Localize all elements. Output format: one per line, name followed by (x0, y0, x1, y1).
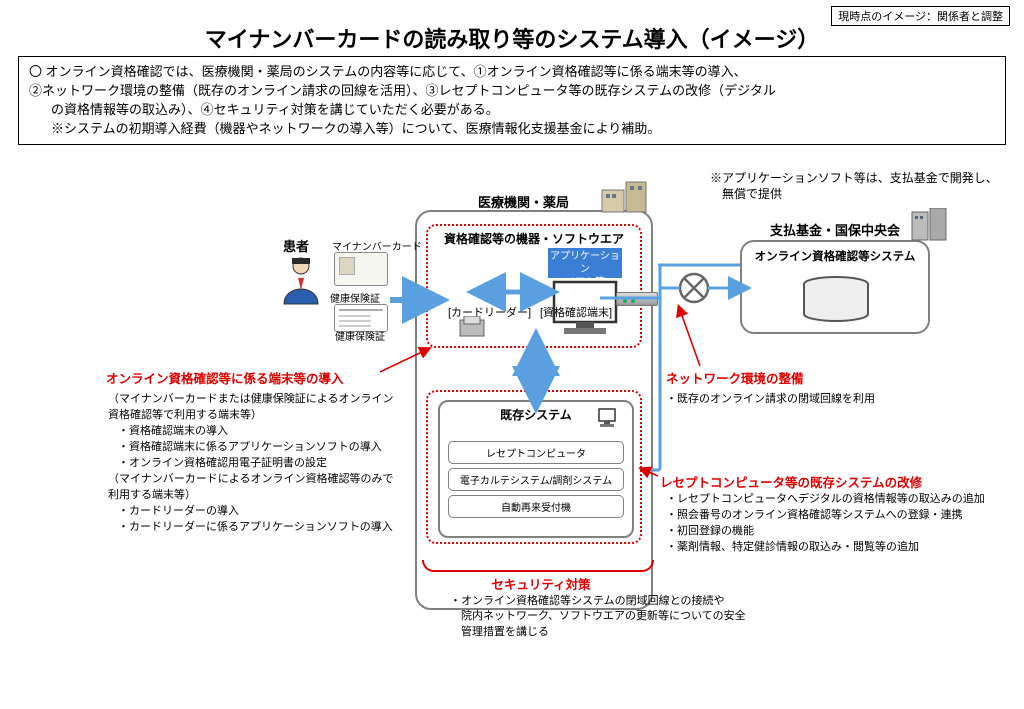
text-line: ・資格確認端末の導入 (108, 424, 404, 440)
software-note-line: ※アプリケーションソフト等は、支払基金で開発し、 (710, 170, 998, 186)
diagram-area: ※アプリケーションソフト等は、支払基金で開発し、 無償で提供 医療機関・薬局 資… (0, 170, 1024, 670)
intro-line: ※システムの初期導入経費（機器やネットワークの導入等）について、医療情報化支援基… (29, 120, 995, 139)
security-details: ・オンライン資格確認等システムの閉域回線との接続や 院内ネットワーク、ソフトウエ… (450, 594, 840, 640)
software-note: ※アプリケーションソフト等は、支払基金で開発し、 無償で提供 (710, 170, 998, 202)
database-icon (800, 276, 872, 322)
fund-header: 支払基金・国保中央会 (750, 220, 920, 239)
existing-details: ・レセプトコンピュータへデジタルの資格情報等の取込みの追加 ・照会番号のオンライ… (666, 492, 1006, 556)
intro-line: 〇 オンライン資格確認では、医療機関・薬局のシステムの内容等に応じて、①オンライ… (29, 63, 995, 82)
text-line: （マイナンバーカードによるオンライン資格確認等のみで利用する端末等） (108, 472, 404, 504)
equipment-box: 資格確認等の機器・ソフトウエア アプリケーション ソフト等 (426, 224, 642, 348)
fund-box: オンライン資格確認等システム (740, 240, 930, 334)
existing-inner: 既存システム レセプトコンピュータ 電子カルテシステム/調剤システム 自動再来受… (438, 400, 634, 538)
text-line: ・カードリーダーに係るアプリケーションソフトの導入 (108, 520, 404, 536)
callout-security: セキュリティ対策 (476, 574, 606, 593)
callout-network: ネットワーク環境の整備 (666, 368, 804, 387)
software-note-line: 無償で提供 (710, 186, 998, 202)
text-line: ・オンライン資格確認等システムの閉域回線との接続や (450, 594, 840, 609)
existing-system-box: 既存システム レセプトコンピュータ 電子カルテシステム/調剤システム 自動再来受… (426, 390, 642, 544)
text-line: 院内ネットワーク、ソフトウエアの更新等についての安全 (450, 609, 840, 624)
callout-existing: レセプトコンピュータ等の既存システムの改修 (660, 472, 922, 491)
intro-line: の資格情報等の取込み）、④セキュリティ対策を講じていただく必要がある。 (29, 101, 995, 120)
text-line: ・カードリーダーの導入 (108, 504, 404, 520)
terminal-label: [資格確認端末] (540, 304, 612, 320)
app-line: アプリケーション (548, 250, 622, 276)
router-icon (616, 292, 658, 306)
terminal-details: （マイナンバーカードまたは健康保険証によるオンライン資格確認等で利用する端末等）… (108, 392, 404, 535)
intro-box: 〇 オンライン資格確認では、医療機関・薬局のシステムの内容等に応じて、①オンライ… (18, 56, 1006, 145)
text-line: ・初回登録の機能 (666, 524, 1006, 540)
pc-icon (598, 408, 620, 430)
insurance-label: 健康保険証 (330, 290, 380, 305)
text-line: 管理措置を講じる (450, 625, 840, 640)
page-title: マイナンバーカードの読み取り等のシステム導入（イメージ） (0, 22, 1024, 54)
application-software-label: アプリケーション ソフト等 (548, 248, 622, 278)
patient-icon (280, 256, 322, 306)
hospital-building-icon (600, 180, 652, 214)
network-details: ・既存のオンライン請求の閉域回線を利用 (666, 390, 966, 406)
text-line: ・照会番号のオンライン資格確認等システムへの登録・連携 (666, 508, 1006, 524)
mynumber-card-icon (334, 252, 388, 286)
security-bracket (422, 560, 654, 572)
card-reader-label: [カードリーダー] (448, 304, 531, 320)
mynumber-card-label: マイナンバーカード (332, 238, 422, 253)
patient-label: 患者 (283, 236, 309, 255)
existing-item: レセプトコンピュータ (448, 441, 624, 464)
hospital-label: 医療機関・薬局 (478, 192, 569, 211)
text-line: ・レセプトコンピュータへデジタルの資格情報等の取込みの追加 (666, 492, 1006, 508)
fund-title: オンライン資格確認等システム (750, 248, 920, 264)
equipment-title: 資格確認等の機器・ソフトウエア (428, 230, 640, 247)
text-line: ・薬剤情報、特定健診情報の取込み・閲覧等の追加 (666, 540, 1006, 556)
existing-item: 自動再来受付機 (448, 495, 624, 518)
fund-building-icon (910, 208, 950, 242)
existing-item: 電子カルテシステム/調剤システム (448, 468, 624, 491)
text-line: ・資格確認端末に係るアプリケーションソフトの導入 (108, 440, 404, 456)
text-line: （マイナンバーカードまたは健康保険証によるオンライン資格確認等で利用する端末等） (108, 392, 404, 424)
callout-terminal: オンライン資格確認等に係る端末等の導入 (106, 368, 344, 387)
intro-line: ②ネットワーク環境の整備（既存のオンライン請求の回線を活用）、③レセプトコンピュ… (29, 82, 995, 101)
text-line: ・オンライン資格確認用電子証明書の設定 (108, 456, 404, 472)
insurance-label-2: 健康保険証 (335, 328, 385, 343)
